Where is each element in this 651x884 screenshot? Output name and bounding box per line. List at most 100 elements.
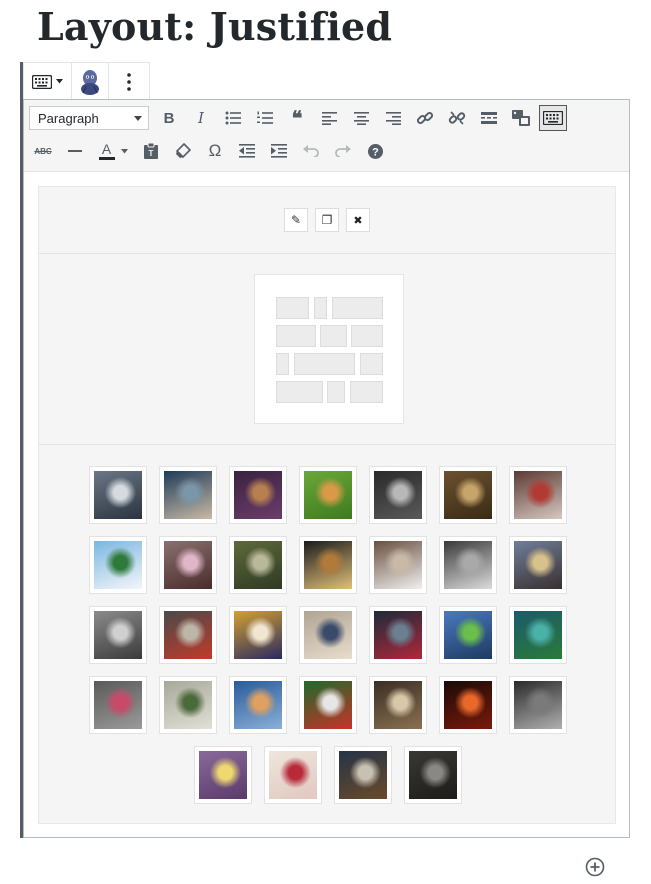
page-title: Layout: Justified (37, 4, 393, 49)
gallery-thumbnail[interactable] (299, 536, 357, 594)
gallery-thumbnail[interactable] (89, 466, 147, 524)
gallery-thumbnail[interactable] (369, 676, 427, 734)
gallery-thumbnail[interactable] (404, 746, 462, 804)
edit-gallery-button[interactable]: ✎ (284, 208, 308, 232)
layout-cell (332, 297, 383, 319)
thumbnail-image (304, 611, 352, 659)
gallery-thumbnail[interactable] (369, 606, 427, 664)
gallery-thumbnail[interactable] (159, 536, 217, 594)
align-right-button[interactable] (379, 105, 407, 131)
gallery-thumbnail[interactable] (229, 536, 287, 594)
gallery-thumbnail[interactable] (229, 676, 287, 734)
more-options-button[interactable] (109, 63, 149, 100)
bullet-list-icon (225, 111, 241, 125)
gallery-thumbnail[interactable] (229, 606, 287, 664)
add-block-button[interactable] (585, 857, 605, 877)
align-left-button[interactable] (315, 105, 343, 131)
format-select-value: Paragraph (38, 110, 99, 126)
gallery-thumbnail[interactable] (509, 606, 567, 664)
thumbnail-image (374, 541, 422, 589)
thumbnail-image (444, 541, 492, 589)
gallery-toggle-icon (512, 110, 530, 126)
paste-as-text-button[interactable]: T (137, 138, 165, 164)
gallery-thumbnail[interactable] (194, 746, 252, 804)
plugin-avatar-button[interactable] (72, 63, 109, 100)
align-center-button[interactable] (347, 105, 375, 131)
remove-gallery-button[interactable]: ✖ (346, 208, 370, 232)
gallery-thumbnail[interactable] (89, 606, 147, 664)
special-character-button[interactable]: Ω (201, 138, 229, 164)
strikethrough-icon: ABC (34, 146, 52, 156)
omega-icon: Ω (208, 141, 222, 160)
blockquote-button[interactable]: ❝ (283, 105, 311, 131)
increase-indent-button[interactable] (265, 138, 293, 164)
gallery-thumbnail[interactable] (334, 746, 392, 804)
undo-button[interactable] (297, 138, 325, 164)
gallery-thumbnail[interactable] (264, 746, 322, 804)
gallery-thumbnail[interactable] (439, 466, 497, 524)
gallery-thumbnail[interactable] (89, 536, 147, 594)
gallery-thumbnail[interactable] (439, 606, 497, 664)
gallery-block-editor: Paragraph B I ❝ ABC A T Ω ? ✎ ❐ ✖ (23, 99, 630, 838)
insert-link-button[interactable] (411, 105, 439, 131)
gallery-thumbnail[interactable] (369, 466, 427, 524)
unlink-icon (448, 111, 466, 125)
gallery-thumbnail[interactable] (439, 676, 497, 734)
text-color-swatch (98, 157, 115, 160)
strikethrough-button[interactable]: ABC (29, 138, 57, 164)
keyboard-switch-button[interactable] (24, 63, 72, 100)
gallery-thumbnail[interactable] (159, 676, 217, 734)
justified-layout-preview[interactable] (254, 274, 404, 424)
toolbar-row-1: Paragraph B I ❝ (29, 105, 571, 131)
undo-icon (303, 145, 319, 157)
gallery-thumbnail[interactable] (369, 536, 427, 594)
align-right-icon (385, 111, 401, 125)
redo-button[interactable] (329, 138, 357, 164)
help-button[interactable]: ? (361, 138, 389, 164)
gallery-thumbnail[interactable] (159, 606, 217, 664)
bold-button[interactable]: B (155, 105, 183, 131)
thumbnail-image (94, 471, 142, 519)
format-select[interactable]: Paragraph (29, 106, 149, 130)
insert-media-button[interactable] (507, 105, 535, 131)
clear-formatting-button[interactable] (169, 138, 197, 164)
text-color-button[interactable]: A (93, 138, 133, 164)
thumbnail-image (514, 541, 562, 589)
caret-down-icon (120, 148, 128, 153)
thumbnail-image (164, 541, 212, 589)
thumbnail-image (164, 611, 212, 659)
gallery-thumbnail[interactable] (439, 536, 497, 594)
thumbnail-image (304, 471, 352, 519)
thumbnail-image (374, 611, 422, 659)
italic-button[interactable]: I (187, 105, 215, 131)
gallery-thumbnail[interactable] (299, 466, 357, 524)
read-more-button[interactable] (475, 105, 503, 131)
gallery-thumbnail[interactable] (299, 676, 357, 734)
layout-cell (320, 325, 347, 347)
bullet-list-button[interactable] (219, 105, 247, 131)
gallery-thumbnail[interactable] (299, 606, 357, 664)
gallery-thumbnail[interactable] (89, 676, 147, 734)
duplicate-gallery-button[interactable]: ❐ (315, 208, 339, 232)
horizontal-line-button[interactable] (61, 138, 89, 164)
align-center-icon (353, 111, 369, 125)
gallery-thumbnail[interactable] (229, 466, 287, 524)
gallery-content-area: ✎ ❐ ✖ (38, 186, 616, 824)
gallery-thumbnail[interactable] (509, 676, 567, 734)
duplicate-icon: ❐ (321, 213, 333, 227)
gallery-thumbnail[interactable] (509, 536, 567, 594)
layout-cell (351, 325, 383, 347)
remove-link-button[interactable] (443, 105, 471, 131)
clipboard-icon: T (144, 143, 158, 159)
decrease-indent-button[interactable] (233, 138, 261, 164)
toolbar-toggle-button[interactable] (539, 105, 567, 131)
layout-cell (294, 353, 355, 375)
thumbnail-image (304, 541, 352, 589)
thumbnail-image (444, 611, 492, 659)
italic-icon: I (198, 109, 204, 127)
gallery-thumbnail[interactable] (509, 466, 567, 524)
gallery-thumbnail[interactable] (159, 466, 217, 524)
pencil-icon: ✎ (290, 213, 302, 227)
numbered-list-button[interactable] (251, 105, 279, 131)
link-icon (416, 111, 434, 125)
